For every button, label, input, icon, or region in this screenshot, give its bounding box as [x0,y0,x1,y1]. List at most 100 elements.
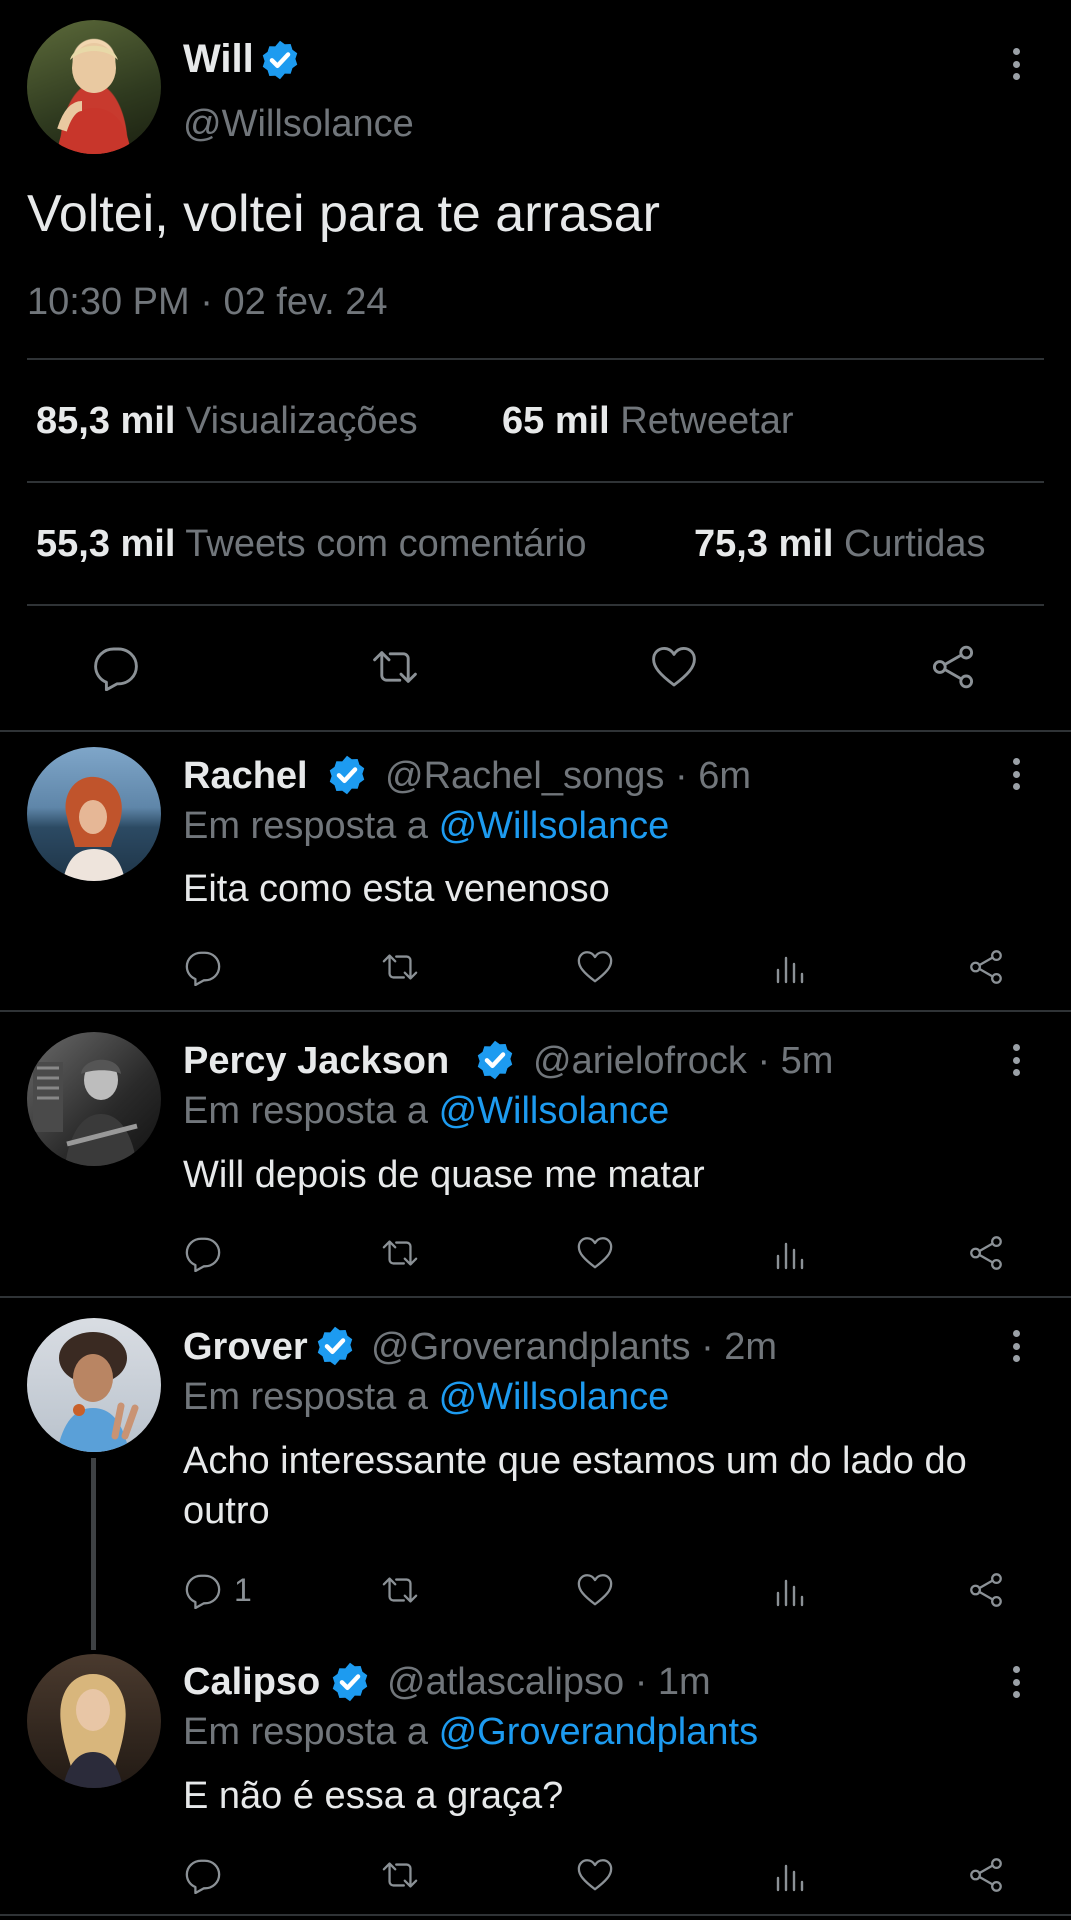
verified-badge-icon [328,1660,372,1704]
views-icon[interactable] [770,1234,810,1274]
reply-author-name[interactable]: Grover [183,1326,308,1369]
replying-to-label: Em resposta a [183,1090,428,1132]
share-icon[interactable] [966,1234,1006,1272]
reply-icon[interactable] [184,1571,222,1609]
meta-separator: · [674,755,688,797]
views-count: 85,3 mil [36,400,176,442]
more-options-icon[interactable] [1006,754,1026,794]
reply-time: 1m [657,1661,711,1703]
reply-handle[interactable]: @atlascalipso [387,1661,624,1703]
divider [27,604,1044,606]
views-label: Visualizações [185,400,418,442]
retweet-icon[interactable] [378,1856,422,1894]
share-icon[interactable] [966,1571,1006,1609]
verified-badge-icon [325,753,369,797]
tweet-timestamp: 10:30 PM · 02 fev. 24 [27,281,388,324]
replying-to: Em resposta a @Willsolance [183,1376,669,1419]
reply-icon[interactable] [184,948,222,986]
share-icon[interactable] [928,643,978,691]
like-icon[interactable] [574,1571,616,1609]
reply-handle[interactable]: @Rachel_songs [385,755,664,797]
more-options-icon[interactable] [1006,1326,1026,1366]
like-icon[interactable] [574,1856,616,1894]
reply-avatar[interactable] [27,1654,161,1788]
stat-views[interactable]: 85,3 mil Visualizações [36,400,418,443]
replying-to-label: Em resposta a [183,1711,428,1753]
reply-avatar[interactable] [27,747,161,881]
divider [0,1010,1071,1012]
tweet-text: Voltei, voltei para te arrasar [27,185,660,243]
reply-time: 5m [780,1040,834,1082]
like-icon[interactable] [648,643,700,691]
verified-badge-icon [313,1324,357,1368]
replying-to-handle[interactable]: @Groverandplants [439,1711,759,1753]
reply-author-name[interactable]: Percy Jackson [183,1040,449,1083]
verified-badge-icon [473,1038,517,1082]
reply-meta: @atlascalipso · 1m [387,1661,711,1704]
replying-to-handle[interactable]: @Willsolance [439,805,670,847]
meta-separator: · [701,1326,714,1368]
retweet-icon[interactable] [378,1571,422,1609]
reply-text: Will depois de quase me matar [183,1154,705,1196]
views-icon[interactable] [770,1571,810,1611]
more-options-icon[interactable] [1006,1662,1026,1702]
verified-badge-icon [258,38,302,82]
replying-to-handle[interactable]: @Willsolance [439,1090,670,1132]
tweet-time: 10:30 PM [27,281,190,323]
reply-avatar[interactable] [27,1032,161,1166]
reply-text: Eita como esta venenoso [183,868,610,910]
reply-meta: @arielofrock · 5m [533,1040,833,1083]
author-handle[interactable]: @Willsolance [183,103,414,146]
share-icon[interactable] [966,948,1006,986]
tweet-date: 02 fev. 24 [223,281,388,323]
replying-to-label: Em resposta a [183,805,428,847]
retweet-icon[interactable] [369,643,421,691]
reply-icon[interactable] [184,1856,222,1894]
stat-quotes[interactable]: 55,3 mil Tweets com comentário [36,523,587,566]
share-icon[interactable] [966,1856,1006,1894]
reply-text: Acho interessante que estamos um do lado… [183,1440,967,1532]
retweets-count: 65 mil [502,400,610,442]
divider [0,1296,1071,1298]
reply-text: E não é essa a graça? [183,1775,564,1817]
reply-author-name[interactable]: Calipso [183,1661,320,1704]
reply-count: 1 [234,1572,252,1608]
stat-retweets[interactable]: 65 mil Retweetar [502,400,794,443]
views-icon[interactable] [770,948,810,988]
likes-label: Curtidas [843,523,986,565]
replying-to-handle[interactable]: @Willsolance [439,1376,670,1418]
stat-likes[interactable]: 75,3 mil Curtidas [694,523,985,566]
retweet-icon[interactable] [378,948,422,986]
reply-time: 6m [698,755,751,797]
reply-icon[interactable] [92,643,140,691]
quotes-count: 55,3 mil [36,523,176,565]
reply-avatar[interactable] [27,1318,161,1452]
reply-meta: @Rachel_songs · 6m [385,755,751,798]
reply-icon[interactable] [184,1234,222,1272]
reply-handle[interactable]: @arielofrock [533,1040,747,1082]
more-options-icon[interactable] [1006,1040,1026,1080]
retweet-icon[interactable] [378,1234,422,1272]
reply-author-name[interactable]: Rachel [183,755,308,798]
likes-count: 75,3 mil [694,523,834,565]
replying-to: Em resposta a @Willsolance [183,805,669,848]
divider [27,358,1044,360]
thread-line [91,1458,96,1650]
divider [0,1914,1071,1916]
quotes-label: Tweets com comentário [185,523,587,565]
retweets-label: Retweetar [620,400,794,442]
reply-time: 2m [724,1326,778,1368]
views-icon[interactable] [770,1856,810,1896]
more-options-icon[interactable] [1006,44,1026,84]
divider [27,481,1044,483]
meta-separator: · [634,1661,648,1703]
like-icon[interactable] [574,1234,616,1272]
replying-to-label: Em resposta a [183,1376,428,1418]
author-name[interactable]: Will [183,37,254,82]
replying-to: Em resposta a @Groverandplants [183,1711,758,1754]
author-avatar[interactable] [27,20,161,154]
reply-handle[interactable]: @Groverandplants [371,1326,691,1368]
like-icon[interactable] [574,948,616,986]
reply-meta: @Groverandplants · 2m [371,1326,777,1369]
divider [0,730,1071,732]
